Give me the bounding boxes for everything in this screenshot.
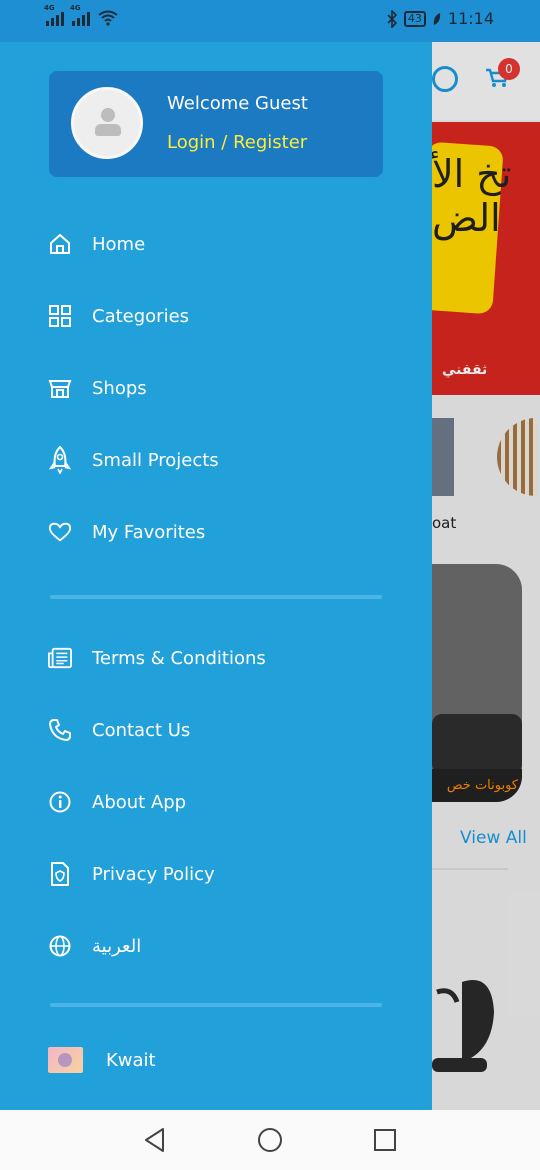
menu-label: Privacy Policy — [92, 863, 215, 885]
heart-icon — [48, 520, 72, 544]
menu-item-contact[interactable]: Contact Us — [48, 710, 190, 750]
navigation-drawer: Welcome Guest Login / Register Home Cate… — [0, 42, 432, 1110]
menu-label: Small Projects — [92, 449, 219, 471]
system-navigation-bar — [0, 1110, 540, 1170]
menu-item-home[interactable]: Home — [48, 224, 145, 264]
flag-icon — [48, 1047, 83, 1073]
clock: 11:14 — [447, 9, 494, 28]
menu-item-about[interactable]: About App — [48, 782, 186, 822]
bluetooth-icon — [387, 9, 398, 28]
wifi-icon — [98, 10, 118, 26]
welcome-text: Welcome Guest — [167, 93, 308, 114]
avatar — [71, 87, 143, 159]
menu-item-small-projects[interactable]: Small Projects — [48, 440, 219, 480]
menu-label: Terms & Conditions — [92, 647, 266, 669]
network-type-label: 4G — [70, 4, 81, 12]
menu-item-shops[interactable]: Shops — [48, 368, 147, 408]
store-icon — [48, 376, 72, 400]
menu-label: العربية — [92, 935, 142, 957]
menu-item-privacy[interactable]: Privacy Policy — [48, 854, 215, 894]
menu-separator — [50, 1003, 382, 1007]
menu-item-country[interactable]: Kwait — [48, 1040, 156, 1080]
globe-icon — [48, 934, 72, 958]
menu-separator — [50, 595, 382, 599]
info-icon — [48, 790, 72, 814]
profile-card[interactable]: Welcome Guest Login / Register — [49, 71, 383, 177]
document-icon — [48, 646, 72, 670]
status-bar: 4G 4G 43 11:14 — [0, 0, 540, 42]
home-nav-icon[interactable] — [257, 1127, 283, 1153]
country-label: Kwait — [106, 1049, 156, 1071]
menu-label: My Favorites — [92, 521, 206, 543]
battery-indicator: 43 — [403, 10, 426, 27]
menu-label: Contact Us — [92, 719, 191, 741]
network-type-label: 4G — [44, 4, 55, 12]
menu-item-favorites[interactable]: My Favorites — [48, 512, 205, 552]
cellular-signal-icon: 4G — [44, 4, 64, 26]
shield-document-icon — [48, 862, 72, 886]
phone-icon — [48, 718, 72, 742]
menu-label: Categories — [92, 305, 190, 327]
login-register-link[interactable]: Login / Register — [167, 132, 307, 153]
menu-label: Shops — [92, 377, 147, 399]
menu-label: About App — [92, 791, 187, 813]
menu-item-categories[interactable]: Categories — [48, 296, 189, 336]
leaf-icon — [433, 12, 441, 25]
cellular-signal-icon: 4G — [70, 4, 90, 26]
menu-label: Home — [92, 233, 146, 255]
recents-icon[interactable] — [373, 1127, 397, 1153]
grid-icon — [48, 304, 72, 328]
home-icon — [48, 232, 72, 256]
rocket-icon — [48, 446, 72, 474]
menu-item-language[interactable]: العربية — [48, 926, 141, 966]
back-icon[interactable] — [143, 1127, 167, 1153]
menu-item-terms[interactable]: Terms & Conditions — [48, 638, 266, 678]
